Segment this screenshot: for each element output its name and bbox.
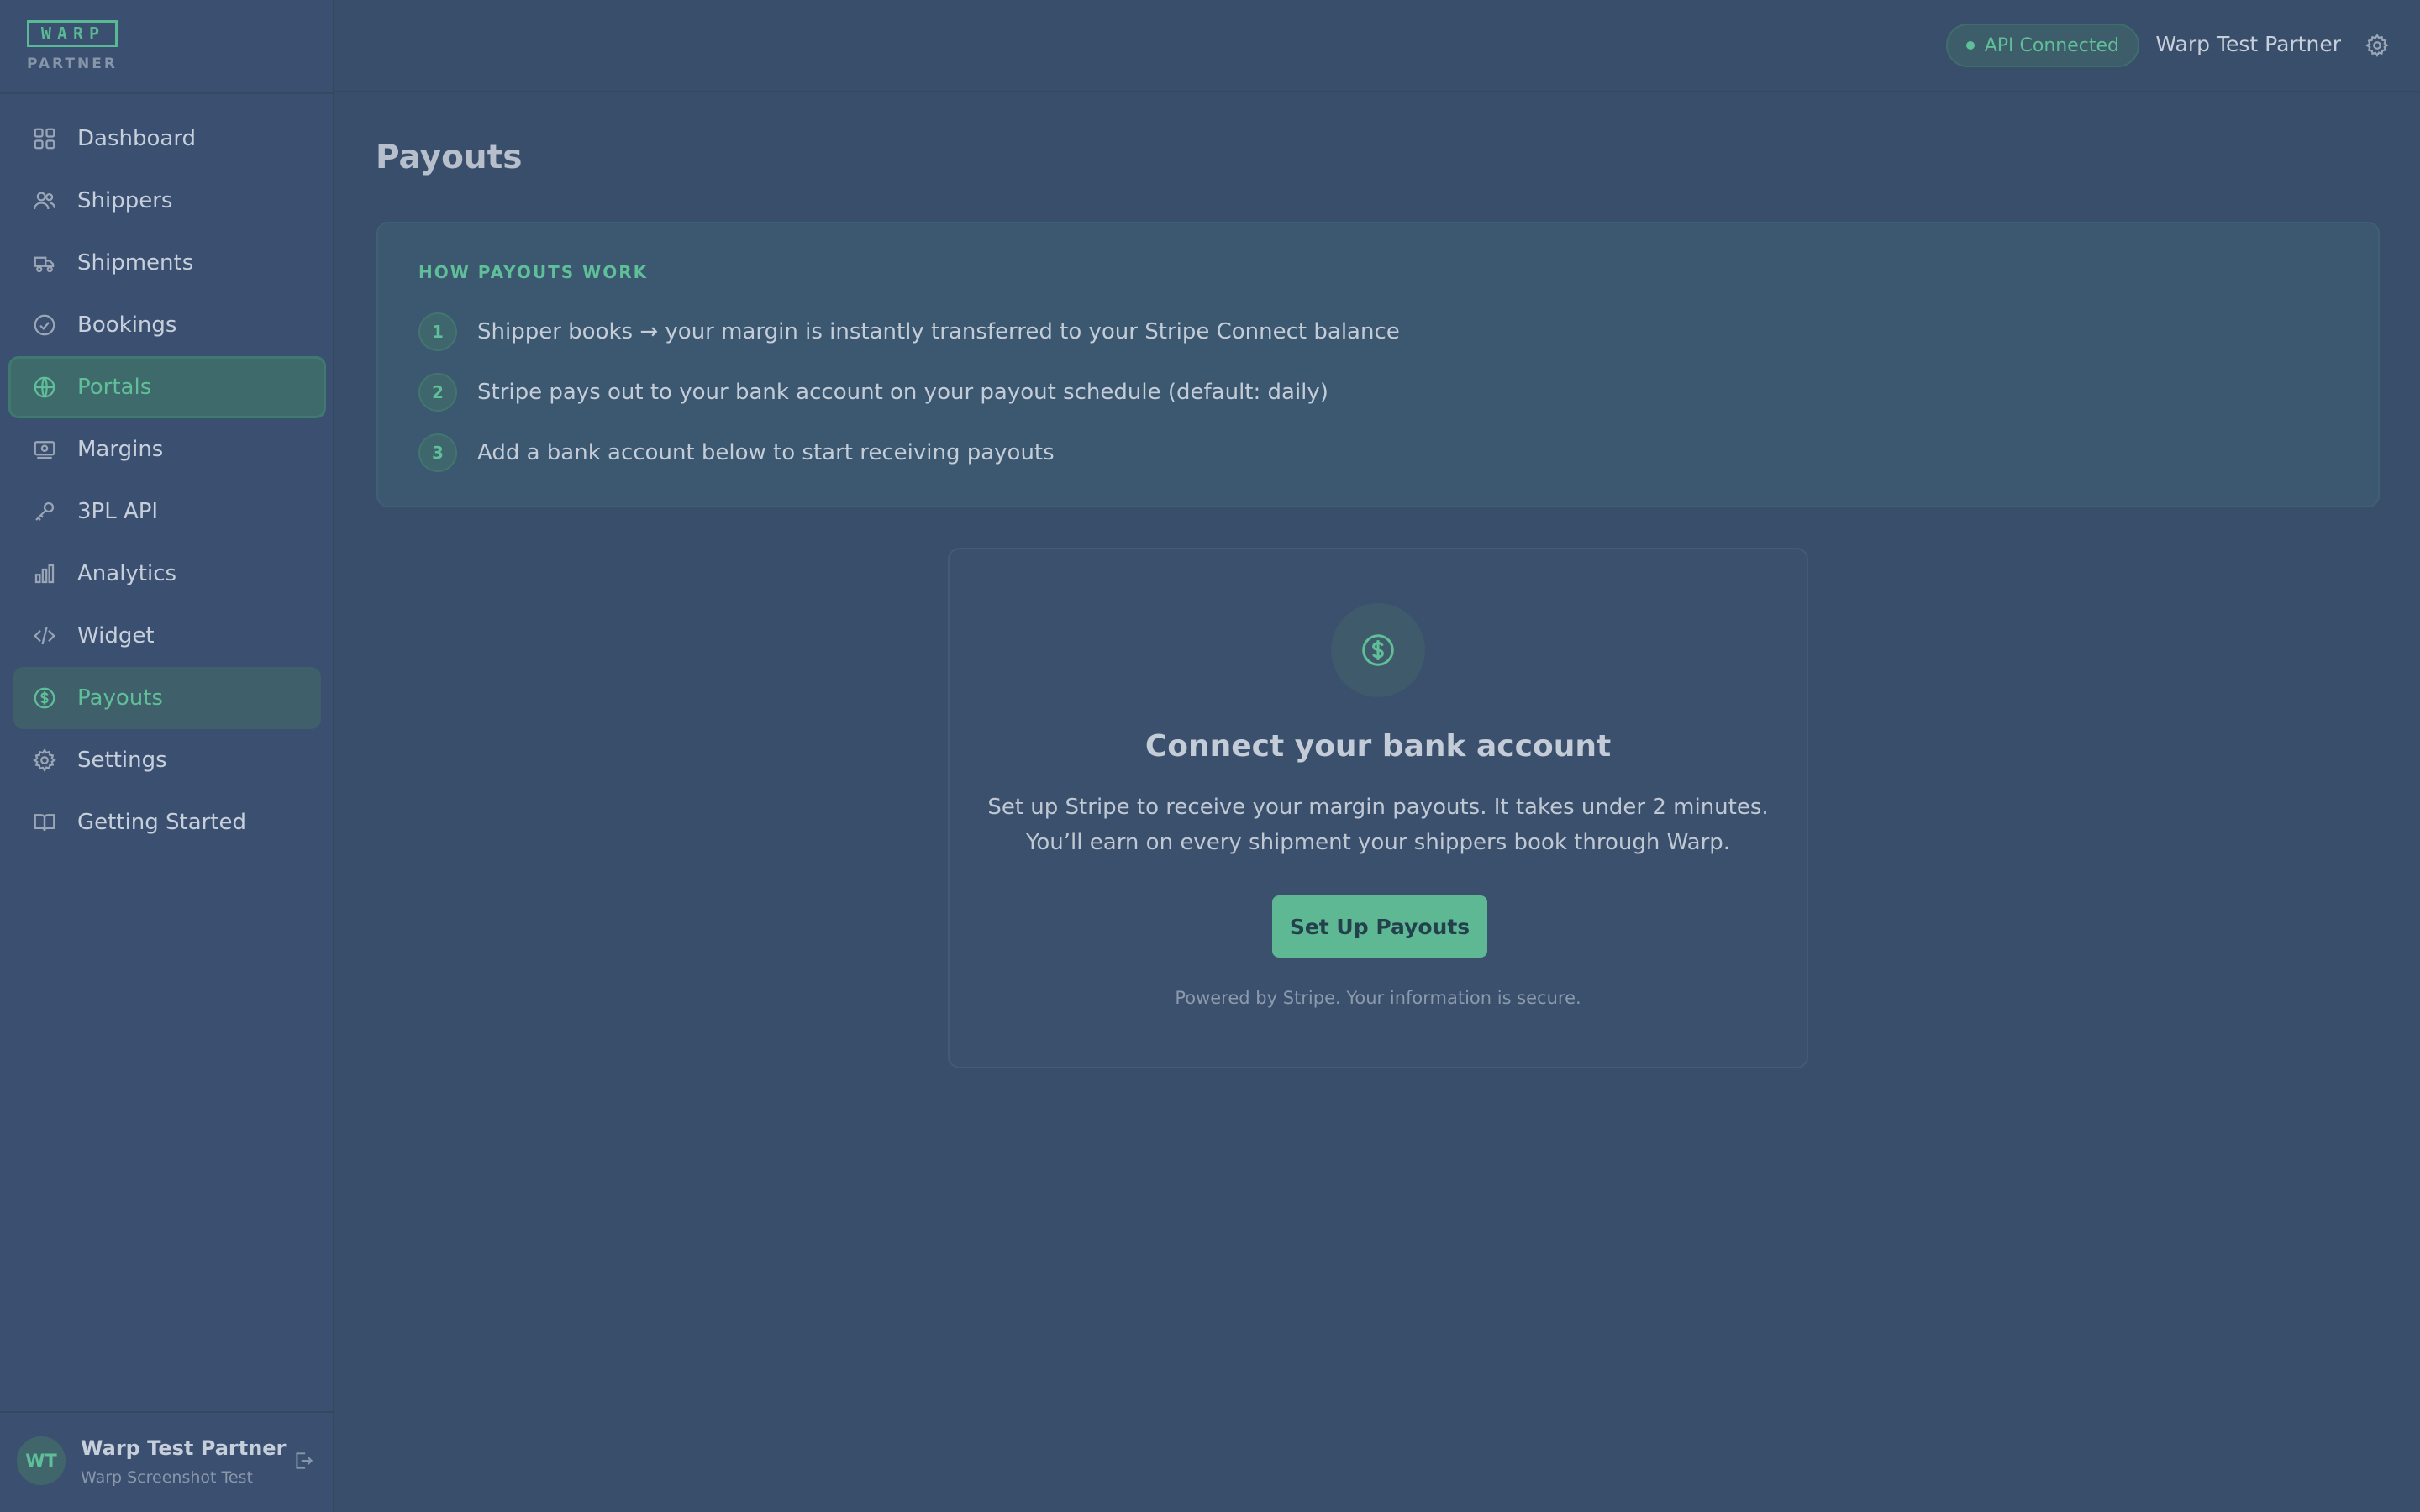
avatar: WT <box>17 1436 66 1485</box>
sidebar-item-payouts[interactable]: Payouts <box>13 667 321 729</box>
sidebar-item-label: Payouts <box>77 685 163 711</box>
sidebar-item-label: Getting Started <box>77 810 247 835</box>
dollar-circle-icon <box>32 685 57 711</box>
setup-payouts-button[interactable]: Set Up Payouts <box>1272 895 1487 958</box>
step-item: 1 Shipper books → your margin is instant… <box>418 312 1400 351</box>
check-circle-icon <box>32 312 57 338</box>
step-number: 3 <box>418 433 457 472</box>
sidebar-item-portals[interactable]: Portals <box>8 356 326 418</box>
code-icon <box>32 623 57 648</box>
sidebar-item-label: Bookings <box>77 312 177 338</box>
sidebar-item-widget[interactable]: Widget <box>13 605 321 667</box>
sidebar-item-label: Analytics <box>77 561 177 586</box>
sidebar-item-label: Widget <box>77 623 155 648</box>
connect-bank-card: Connect your bank account Set up Stripe … <box>948 548 1808 1068</box>
sidebar-item-label: Settings <box>77 748 167 773</box>
grid-icon <box>32 126 57 151</box>
sidebar-item-shippers[interactable]: Shippers <box>13 170 321 232</box>
how-payouts-card: HOW PAYOUTS WORK 1 Shipper books → your … <box>376 222 2380 507</box>
api-status-badge: API Connected <box>1945 24 2139 67</box>
sidebar-item-shipments[interactable]: Shipments <box>13 232 321 294</box>
logout-icon[interactable] <box>292 1450 314 1472</box>
step-text: Add a bank account below to start receiv… <box>477 440 1055 465</box>
top-bar: API Connected Warp Test Partner <box>334 0 2420 92</box>
sidebar-item-label: 3PL API <box>77 499 159 524</box>
sidebar-item-bookings[interactable]: Bookings <box>13 294 321 356</box>
secure-note: Powered by Stripe. Your information is s… <box>1175 988 1581 1008</box>
sidebar-item-label: Dashboard <box>77 126 197 151</box>
sidebar-item-label: Shipments <box>77 250 194 276</box>
connect-desc-line: Set up Stripe to receive your margin pay… <box>987 795 1769 820</box>
globe-icon <box>32 375 57 400</box>
api-status-label: API Connected <box>1984 34 2119 56</box>
step-item: 3 Add a bank account below to start rece… <box>418 433 1055 472</box>
user-name: Warp Test Partner <box>81 1436 287 1460</box>
book-icon <box>32 810 57 835</box>
truck-icon <box>32 250 57 276</box>
step-number: 1 <box>418 312 457 351</box>
banknote-icon <box>32 437 57 462</box>
sidebar-item-getting-started[interactable]: Getting Started <box>13 791 321 853</box>
sidebar: WARP PARTNER Dashboard Shippers Shipment… <box>0 0 334 1512</box>
sidebar-item-analytics[interactable]: Analytics <box>13 543 321 605</box>
warp-logo: WARP <box>27 20 118 47</box>
step-item: 2 Stripe pays out to your bank account o… <box>418 373 1328 412</box>
status-dot-icon <box>1965 41 1975 50</box>
sidebar-item-settings[interactable]: Settings <box>13 729 321 791</box>
connect-title: Connect your bank account <box>1144 729 1612 764</box>
dollar-circle-icon <box>1331 603 1425 697</box>
gear-icon[interactable] <box>2365 33 2390 58</box>
sidebar-divider <box>0 92 334 94</box>
step-number: 2 <box>418 373 457 412</box>
gear-icon <box>32 748 57 773</box>
bar-chart-icon <box>32 561 57 586</box>
sidebar-item-label: Margins <box>77 437 164 462</box>
user-profile[interactable]: WT Warp Test Partner Warp Screenshot Tes… <box>0 1411 334 1512</box>
how-payouts-title: HOW PAYOUTS WORK <box>418 262 649 282</box>
sidebar-item-label: Shippers <box>77 188 173 213</box>
header-user-name[interactable]: Warp Test Partner <box>2155 32 2341 56</box>
key-icon <box>32 499 57 524</box>
page-title: Payouts <box>376 139 523 176</box>
user-org: Warp Screenshot Test <box>81 1468 253 1487</box>
connect-desc-line: You’ll earn on every shipment your shipp… <box>1025 830 1731 855</box>
sidebar-item-margins[interactable]: Margins <box>13 418 321 480</box>
brand-logo[interactable]: WARP PARTNER <box>27 20 118 72</box>
step-text: Shipper books → your margin is instantly… <box>477 319 1400 344</box>
step-text: Stripe pays out to your bank account on … <box>477 380 1328 405</box>
brand-subtitle: PARTNER <box>27 55 118 72</box>
users-icon <box>32 188 57 213</box>
sidebar-item-label: Portals <box>77 375 152 400</box>
connect-description: Set up Stripe to receive your margin pay… <box>950 790 1807 860</box>
sidebar-item-dashboard[interactable]: Dashboard <box>13 108 321 170</box>
sidebar-item-3pl-api[interactable]: 3PL API <box>13 480 321 543</box>
sidebar-nav: Dashboard Shippers Shipments Bookings Po… <box>8 108 326 853</box>
